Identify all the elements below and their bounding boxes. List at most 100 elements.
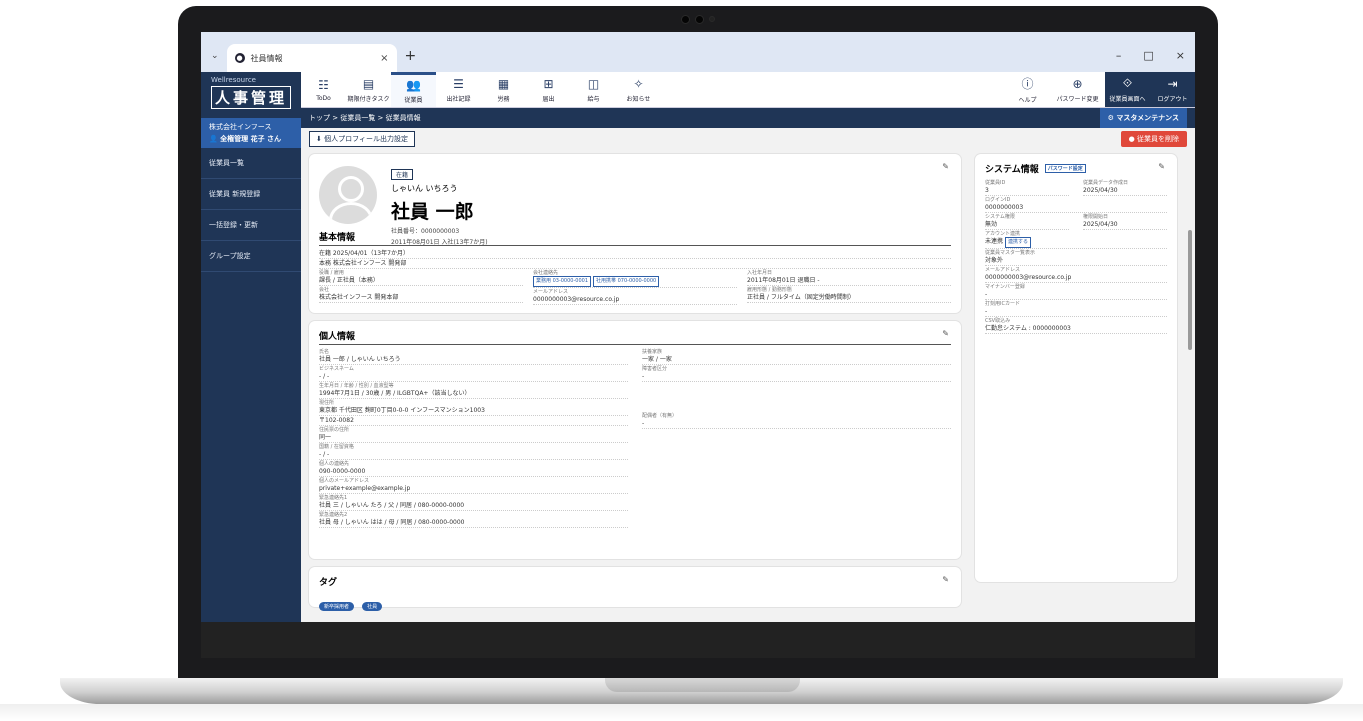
screen-bezel-bottom — [201, 622, 1195, 658]
field-label: 配偶者（有無） — [642, 413, 678, 419]
scrollbar[interactable] — [1188, 190, 1194, 390]
logo[interactable]: Wellresource 人事管理 — [201, 72, 301, 118]
browser-tabbar: ⌄ ● 社員情報 × + – □ × — [201, 32, 1195, 72]
delete-employee-button[interactable]: ● 従業員を削除 — [1120, 131, 1187, 147]
mail-value[interactable]: 0000000003@resource.co.jp — [533, 295, 737, 305]
logout-icon: ⇥ — [1167, 76, 1178, 91]
sidebar-item-new-employee[interactable]: 従業員 新規登録 — [201, 179, 301, 210]
browser-tab[interactable]: ● 社員情報 × — [226, 44, 397, 72]
toolbar-tasks[interactable]: ▤ 期限付きタスク — [346, 72, 391, 107]
employ-value: 正社員 / フルタイム（固定労働時間制） — [747, 293, 951, 303]
field-value: 東京都 千代田区 麹町0丁目0-0-0 インフースマンション1003 — [319, 406, 628, 416]
new-tab-button[interactable]: + — [405, 48, 417, 64]
scrollbar-thumb[interactable] — [1188, 230, 1192, 350]
field-value: 1994年7月1日 / 30歳 / 男 / ILGBTQA+（該当しない） — [319, 389, 628, 399]
mail-label: メールアドレス — [533, 289, 569, 295]
breadcrumb-text[interactable]: トップ > 従業員一覧 > 従業員情報 — [309, 113, 421, 123]
system-title: システム情報 パスワード設定 — [985, 162, 1167, 175]
toolbar-right: ⓘ ヘルプ ⊕ パスワード変更 ⟐ 従業員画面へ ⇥ ログアウト — [1005, 72, 1195, 107]
edit-pencil-icon[interactable]: ✎ — [1158, 162, 1165, 171]
toolbar-labor[interactable]: ▦ 労務 — [481, 72, 526, 107]
toolbar-news[interactable]: ✧ お知らせ — [616, 72, 661, 107]
logout-button[interactable]: ⇥ ログアウト — [1150, 72, 1195, 107]
user-name: 👤 全権管理 花子 さん — [209, 135, 282, 143]
master-maintenance-button[interactable]: ⚙ マスタメンテナンス — [1099, 108, 1187, 128]
payroll-icon: ◫ — [587, 76, 600, 91]
profile-export-button[interactable]: ⬇ 個人プロフィール出力設定 — [309, 131, 415, 147]
field-value: 対象外 — [985, 256, 1167, 266]
edit-pencil-icon[interactable]: ✎ — [942, 329, 949, 338]
content: ✎ 在籍 しゃいん いちろう 社員 一郎 社員番号：0000000003 201… — [301, 150, 1195, 658]
close-window-button[interactable]: × — [1176, 49, 1185, 62]
company-name: 株式会社インフース — [209, 123, 272, 131]
phone-values: 業務用 03-0000-0001 社用携帯 070-0000-0000 — [533, 276, 737, 288]
grid-icon: ▦ — [497, 76, 510, 91]
basic-col1: 役職 / 雇用 課長 / 正社員（本務） 会社 株式会社インフース 開発本部 — [319, 269, 523, 305]
toolbar-forms[interactable]: ⊞ 届出 — [526, 72, 571, 107]
field-value: 0000000003@resource.co.jp — [985, 273, 1167, 283]
edit-pencil-icon[interactable]: ✎ — [942, 575, 949, 584]
password-change-button[interactable]: ⊕ パスワード変更 — [1050, 72, 1105, 107]
tag-chip[interactable]: 新卒採用者 — [319, 602, 355, 611]
sidebar-item-bulk-update[interactable]: 一括登録・更新 — [201, 210, 301, 241]
floor-shadow — [0, 704, 1363, 721]
field-value: 2025/04/30 — [1083, 220, 1167, 230]
user-box[interactable]: 株式会社インフース 👤 全権管理 花子 さん — [201, 118, 301, 148]
close-tab-icon[interactable]: × — [380, 53, 388, 64]
profile-card: ✎ 在籍 しゃいん いちろう 社員 一郎 社員番号：0000000003 201… — [309, 154, 961, 313]
sidebar-item-group-settings[interactable]: グループ設定 — [201, 241, 301, 272]
dept-value: 課長 / 正社員（本務） — [319, 276, 523, 286]
field-label: 扶養家族 — [642, 349, 663, 355]
top-toolbar: ☷ ToDo ▤ 期限付きタスク 👥 従業員 ☰ 出社記録 ▦ 労務 ⊞ 届出 ◫ 給与 ✧ お… — [301, 72, 1195, 108]
basic-line2: 本務 株式会社インフース 開発部 — [319, 259, 951, 269]
field-label: 国籍 / 在留資格 — [319, 444, 354, 450]
toolbar-label: ToDo — [316, 94, 331, 102]
toolbar-employees[interactable]: 👥 従業員 — [391, 72, 436, 107]
help-button[interactable]: ⓘ ヘルプ — [1005, 72, 1050, 107]
field-value: 3 — [985, 186, 1069, 196]
employee-view-button[interactable]: ⟐ 従業員画面へ — [1105, 72, 1150, 107]
user-name-label: 全権管理 花子 さん — [220, 135, 282, 143]
password-set-button[interactable]: パスワード設定 — [1044, 164, 1086, 173]
sidebar-item-employee-list[interactable]: 従業員一覧 — [201, 148, 301, 179]
toolbar-label: 出社記録 — [446, 95, 471, 103]
sidebar: Wellresource 人事管理 株式会社インフース 👤 全権管理 花子 さん… — [201, 72, 301, 658]
link-button[interactable]: 連携する — [1004, 237, 1031, 248]
field-value: private+example@example.jp — [319, 484, 628, 494]
form-icon: ⊞ — [543, 76, 554, 91]
field-label: 従業員データ作成日 — [1083, 180, 1129, 186]
toolbar-todo[interactable]: ☷ ToDo — [301, 72, 346, 107]
entry-value: 2011年08月01日 退職日 - — [747, 276, 951, 286]
sys-cell: 従業員ID 3 — [985, 179, 1069, 196]
action-bar: ⬇ 個人プロフィール出力設定 ● 従業員を削除 — [301, 128, 1195, 150]
help-icon: ⓘ — [1021, 77, 1034, 91]
tab-title: 社員情報 — [250, 53, 283, 63]
toolbar-payroll[interactable]: ◫ 給与 — [571, 72, 616, 107]
toolbar-attendance[interactable]: ☰ 出社記録 — [436, 72, 481, 107]
edit-pencil-icon[interactable]: ✎ — [942, 162, 949, 171]
toolbar-label: 給与 — [587, 95, 600, 103]
field-label: ビジネスネーム — [319, 366, 354, 372]
system-card: ✎ システム情報 パスワード設定 従業員ID 3 従業員データ作成日 2025/04… — [975, 154, 1177, 582]
tasks-icon: ▤ — [362, 76, 375, 91]
field-value: 社員 母 / しゃいん はは / 母 / 同居 / 080-0000-0000 — [319, 518, 628, 528]
sys-cell: 従業員データ作成日 2025/04/30 — [1083, 179, 1167, 196]
tab-list-chevron-icon[interactable]: ⌄ — [211, 51, 219, 61]
app-title: 人事管理 — [211, 86, 291, 109]
dept-label: 役職 / 雇用 — [319, 270, 344, 276]
field-value: 未連携 連携する — [985, 237, 1167, 249]
work-phone: 業務用 03-0000-0001 — [533, 276, 592, 287]
toolbar-label: 届出 — [542, 95, 555, 103]
personal-grid: 氏名 社員 一郎 / しゃいん いちろう ビジネスネーム - / - 生年月日 … — [319, 348, 951, 528]
basic-col2: 会社連絡先 業務用 03-0000-0001 社用携帯 070-0000-0000… — [533, 269, 737, 305]
tag-chip[interactable]: 社員 — [362, 602, 383, 611]
field-label: 現住所 — [319, 400, 335, 406]
system-grid: システム権限 無効 権限開始日 2025/04/30 — [985, 213, 1167, 230]
field-label: 打刻用ICカード — [985, 301, 1020, 307]
field-label: 従業員マスタ一覧表示 — [985, 250, 1036, 256]
maximize-button[interactable]: □ — [1143, 49, 1153, 62]
tags-title: タグ — [319, 578, 338, 588]
minimize-button[interactable]: – — [1116, 49, 1122, 62]
profile-text: 在籍 しゃいん いちろう 社員 一郎 社員番号：0000000003 2011年… — [391, 162, 488, 246]
delete-employee-label: 従業員を削除 — [1137, 135, 1179, 143]
